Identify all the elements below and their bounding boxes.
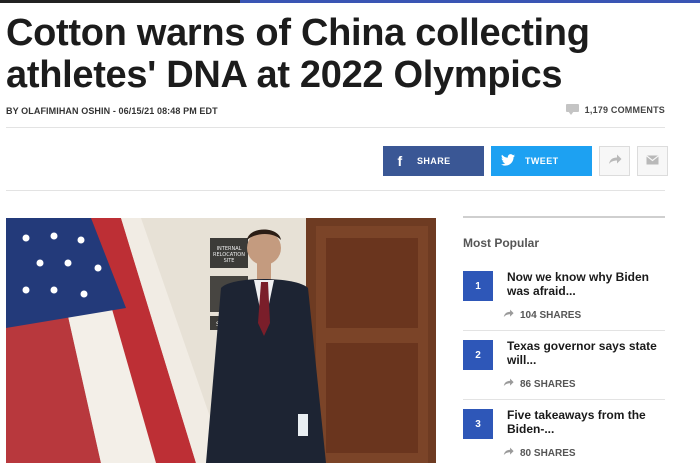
top-bar-dark-segment bbox=[0, 0, 240, 3]
comment-bubble-icon bbox=[565, 104, 579, 115]
twitter-icon bbox=[491, 153, 525, 169]
share-toolbar: f SHARE TWEET bbox=[383, 146, 668, 176]
popular-item-share-count: 104 SHARES bbox=[520, 309, 582, 321]
photo-illustration: INTERNAL RELOCATION SITE SB bbox=[6, 218, 436, 463]
article-photo: INTERNAL RELOCATION SITE SB bbox=[6, 218, 436, 463]
popular-item-share-count: 80 SHARES bbox=[520, 447, 576, 459]
facebook-icon: f bbox=[397, 153, 403, 169]
twitter-tweet-label: TWEET bbox=[525, 156, 559, 166]
share-arrow-icon bbox=[503, 447, 514, 459]
comments-count: 1,179 COMMENTS bbox=[584, 104, 665, 115]
popular-item-shares: 80 SHARES bbox=[503, 447, 576, 459]
email-share-button[interactable] bbox=[637, 146, 668, 176]
popular-item-share-count: 86 SHARES bbox=[520, 378, 576, 390]
popular-rank-badge: 2 bbox=[463, 340, 493, 370]
article-headline: Cotton warns of China collecting athlete… bbox=[6, 12, 666, 96]
popular-item-title[interactable]: Five takeaways from the Biden-... bbox=[507, 408, 665, 436]
share-more-button[interactable] bbox=[599, 146, 630, 176]
divider-top bbox=[6, 127, 665, 128]
popular-item-title[interactable]: Now we know why Biden was afraid... bbox=[507, 270, 665, 298]
facebook-share-label: SHARE bbox=[417, 156, 451, 166]
popular-item-shares: 86 SHARES bbox=[503, 378, 576, 390]
share-arrow-icon bbox=[503, 309, 514, 321]
facebook-share-button[interactable]: f SHARE bbox=[383, 146, 484, 176]
popular-item-shares: 104 SHARES bbox=[503, 309, 581, 321]
twitter-tweet-button[interactable]: TWEET bbox=[491, 146, 592, 176]
headline-line-1: Cotton warns of China collecting bbox=[6, 12, 590, 54]
sidebar-top-rule bbox=[463, 216, 665, 218]
popular-rank-badge: 3 bbox=[463, 409, 493, 439]
svg-text:SITE: SITE bbox=[224, 258, 235, 264]
popular-rank-badge: 1 bbox=[463, 271, 493, 301]
share-arrow-icon bbox=[503, 378, 514, 390]
comments-link[interactable]: 1,179 COMMENTS bbox=[565, 104, 665, 115]
most-popular-sidebar: Most Popular bbox=[463, 216, 665, 250]
top-bar-blue-segment bbox=[240, 0, 700, 3]
popular-item-title[interactable]: Texas governor says state will... bbox=[507, 339, 665, 367]
headline-line-2: athletes' DNA at 2022 Olympics bbox=[6, 54, 563, 96]
divider-middle bbox=[6, 190, 665, 191]
article-byline: BY OLAFIMIHAN OSHIN - 06/15/21 08:48 PM … bbox=[6, 106, 218, 116]
sidebar-title: Most Popular bbox=[463, 236, 540, 250]
popular-divider bbox=[463, 330, 665, 331]
envelope-icon bbox=[646, 152, 659, 170]
share-arrow-icon bbox=[608, 152, 622, 170]
top-accent-bar bbox=[0, 0, 700, 3]
popular-divider bbox=[463, 399, 665, 400]
